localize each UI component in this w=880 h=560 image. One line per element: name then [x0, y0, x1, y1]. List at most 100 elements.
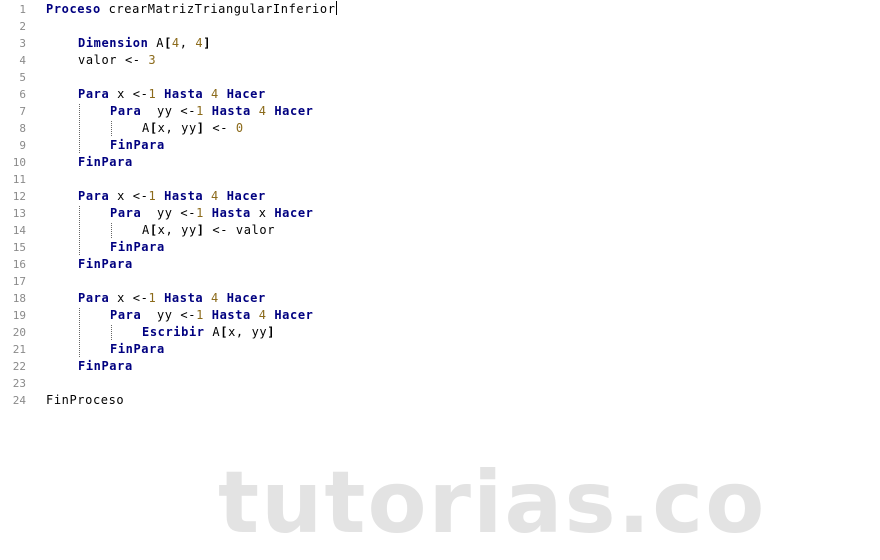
code-line[interactable]: 5 — [0, 69, 880, 86]
keyword-token: Escribir — [142, 325, 205, 339]
keyword-token: FinPara — [78, 155, 133, 169]
keyword-token: Hasta — [211, 206, 251, 220]
code-text: FinPara — [78, 358, 133, 375]
code-line[interactable]: 15 FinPara — [0, 239, 880, 256]
code-line[interactable]: 11 — [0, 171, 880, 188]
line-number: 1 — [19, 3, 26, 16]
keyword-token: FinPara — [110, 240, 165, 254]
keyword-token: FinPara — [110, 138, 165, 152]
keyword-token: Dimension — [78, 36, 149, 50]
text-token: x — [250, 206, 275, 220]
number-token: 1 — [196, 206, 204, 220]
code-text: Para yy <-1 Hasta 4 Hacer — [110, 307, 313, 324]
number-token: 3 — [148, 53, 157, 67]
text-token: FinProceso — [46, 393, 125, 407]
line-number: 16 — [12, 258, 26, 271]
number-token: 4 — [211, 189, 219, 203]
keyword-token: Hacer — [274, 104, 314, 118]
text-token: valor <- — [78, 53, 149, 67]
code-line[interactable]: 2 — [0, 18, 880, 35]
code-line[interactable]: 6 Para x <-1 Hasta 4 Hacer — [0, 86, 880, 103]
code-line[interactable]: 24 FinProceso — [0, 392, 880, 409]
keyword-token: Hacer — [226, 87, 266, 101]
text-token: yy <- — [141, 206, 197, 220]
text-token: crearMatrizTriangularInferior — [100, 2, 336, 16]
code-text: FinPara — [110, 137, 165, 154]
indent-guide — [79, 308, 80, 357]
text-token: A — [142, 223, 150, 237]
code-line[interactable]: 3 Dimension A[4, 4] — [0, 35, 880, 52]
code-text: FinPara — [78, 256, 133, 273]
code-text: A[x, yy] <- valor — [142, 222, 275, 239]
indent-guide — [111, 121, 112, 136]
line-number: 8 — [19, 122, 26, 135]
line-number: 2 — [19, 20, 26, 33]
code-line[interactable]: 22 FinPara — [0, 358, 880, 375]
text-token: A — [148, 36, 165, 50]
code-line[interactable]: 14 A[x, yy] <- valor — [0, 222, 880, 239]
keyword-token: Hacer — [274, 206, 314, 220]
indent-guide — [111, 325, 112, 340]
code-line[interactable]: 16 FinPara — [0, 256, 880, 273]
code-text: FinPara — [110, 239, 165, 256]
text-token: A — [204, 325, 221, 339]
keyword-token: Para — [110, 206, 142, 220]
text-token: x <- — [109, 87, 149, 101]
bracket-token: [ — [220, 325, 229, 339]
code-text: Proceso crearMatrizTriangularInferior — [46, 1, 337, 18]
code-line[interactable]: 23 — [0, 375, 880, 392]
bracket-token: ] — [196, 223, 205, 237]
keyword-token: Hacer — [226, 189, 266, 203]
code-line[interactable]: 21 FinPara — [0, 341, 880, 358]
bracket-token: ] — [203, 36, 212, 50]
watermark: tutorias.co — [218, 453, 767, 553]
code-text: A[x, yy] <- 0 — [142, 120, 244, 137]
bracket-token: ] — [267, 325, 276, 339]
code-line[interactable]: 13 Para yy <-1 Hasta x Hacer — [0, 205, 880, 222]
code-line[interactable]: 1 Proceso crearMatrizTriangularInferior — [0, 1, 880, 18]
code-line[interactable]: 17 — [0, 273, 880, 290]
code-text: Para yy <-1 Hasta x Hacer — [110, 205, 313, 222]
code-line[interactable]: 20 Escribir A[x, yy] — [0, 324, 880, 341]
keyword-token: Hasta — [211, 104, 251, 118]
keyword-token: Para — [110, 104, 142, 118]
keyword-token: Hacer — [226, 291, 266, 305]
code-line[interactable]: 9 FinPara — [0, 137, 880, 154]
keyword-token: Para — [78, 87, 110, 101]
text-token: yy <- — [141, 308, 197, 322]
keyword-token: Hasta — [164, 189, 204, 203]
text-token: x, yy — [228, 325, 268, 339]
number-token: 0 — [235, 121, 244, 135]
text-token: A — [142, 121, 150, 135]
code-line[interactable]: 4 valor <- 3 — [0, 52, 880, 69]
code-line[interactable]: 8 A[x, yy] <- 0 — [0, 120, 880, 137]
bracket-token: [ — [164, 36, 172, 50]
bracket-token: [ — [149, 121, 158, 135]
text-token: x, yy — [157, 121, 197, 135]
code-text: valor <- 3 — [78, 52, 156, 69]
keyword-token: Para — [78, 189, 110, 203]
keyword-token: Para — [110, 308, 142, 322]
code-line[interactable]: 12 Para x <-1 Hasta 4 Hacer — [0, 188, 880, 205]
line-number: 14 — [12, 224, 26, 237]
indent-guide — [111, 223, 112, 238]
keyword-token: Hacer — [274, 308, 314, 322]
code-line[interactable]: 18 Para x <-1 Hasta 4 Hacer — [0, 290, 880, 307]
keyword-token: FinPara — [78, 257, 133, 271]
text-token: , — [179, 36, 196, 50]
text-token: <- valor — [204, 223, 276, 237]
text-token: x <- — [109, 291, 149, 305]
code-line[interactable]: 10 FinPara — [0, 154, 880, 171]
code-line[interactable]: 19 Para yy <-1 Hasta 4 Hacer — [0, 307, 880, 324]
code-line[interactable]: 7 Para yy <-1 Hasta 4 Hacer — [0, 103, 880, 120]
line-number: 15 — [12, 241, 26, 254]
line-number: 5 — [19, 71, 26, 84]
line-number: 17 — [12, 275, 26, 288]
